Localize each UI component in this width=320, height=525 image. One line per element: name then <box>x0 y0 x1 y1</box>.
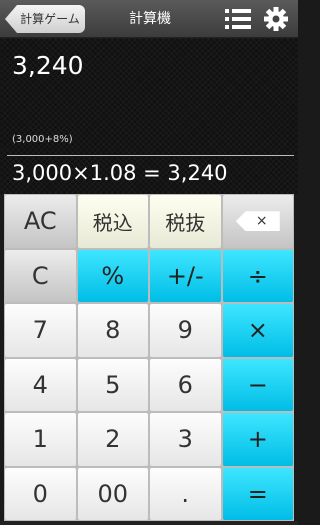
backspace-x: × <box>255 213 268 230</box>
digit-6-button[interactable]: 6 <box>150 358 221 411</box>
expression-note: (3,000+8%) <box>12 134 73 145</box>
backspace-button[interactable]: × <box>222 195 293 248</box>
multiply-button[interactable]: × <box>222 304 293 357</box>
double-zero-button[interactable]: 00 <box>77 467 148 520</box>
digit-2-button[interactable]: 2 <box>77 413 148 466</box>
back-button[interactable]: 計算ゲーム <box>5 5 85 33</box>
result-value: 3,240 <box>12 51 84 80</box>
plus-button[interactable]: + <box>222 413 293 466</box>
digit-3-button[interactable]: 3 <box>150 413 221 466</box>
menu-list-icon[interactable] <box>225 8 251 30</box>
minus-button[interactable]: − <box>222 358 293 411</box>
divide-button[interactable]: ÷ <box>222 249 293 302</box>
calculator-display: 3,240 (3,000+8%) 3,000×1.08 = 3,240 <box>0 39 298 194</box>
display-divider <box>7 155 294 156</box>
digit-9-button[interactable]: 9 <box>150 304 221 357</box>
page-title: 計算機 <box>129 11 171 27</box>
tax-excluded-button[interactable]: 税抜 <box>150 195 221 248</box>
clear-button[interactable]: C <box>5 249 76 302</box>
digit-5-button[interactable]: 5 <box>77 358 148 411</box>
decimal-button[interactable]: . <box>150 467 221 520</box>
formula-text: 3,000×1.08 = 3,240 <box>12 161 228 185</box>
equals-button[interactable]: = <box>222 467 293 520</box>
digit-0-button[interactable]: 0 <box>5 467 76 520</box>
keypad: AC 税込 税抜 × C % +/- ÷ 7 8 9 × 4 5 6 − 1 2… <box>4 194 294 521</box>
digit-7-button[interactable]: 7 <box>5 304 76 357</box>
digit-1-button[interactable]: 1 <box>5 413 76 466</box>
tax-included-button[interactable]: 税込 <box>77 195 148 248</box>
app-header: 計算ゲーム 計算機 <box>0 0 298 38</box>
backspace-icon: × <box>235 211 280 232</box>
all-clear-button[interactable]: AC <box>5 195 76 248</box>
gear-icon[interactable] <box>263 6 289 32</box>
digit-4-button[interactable]: 4 <box>5 358 76 411</box>
plus-minus-button[interactable]: +/- <box>150 249 221 302</box>
digit-8-button[interactable]: 8 <box>77 304 148 357</box>
bottom-bar <box>0 521 298 525</box>
percent-button[interactable]: % <box>77 249 148 302</box>
